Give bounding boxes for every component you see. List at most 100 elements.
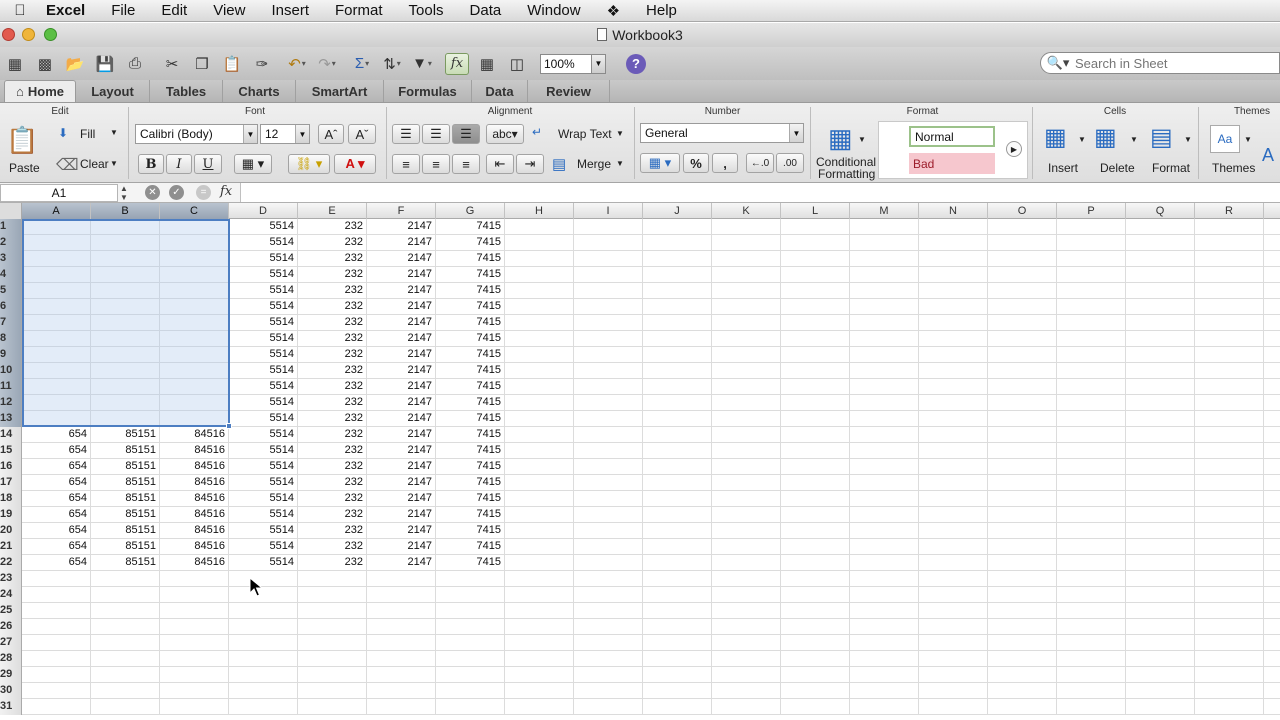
cell-l25[interactable]: [781, 603, 850, 619]
row-header[interactable]: 21: [0, 539, 22, 555]
column-header-k[interactable]: K: [712, 203, 781, 219]
cell-b23[interactable]: [91, 571, 160, 587]
cell-f7[interactable]: 2147: [367, 315, 436, 331]
cell-g24[interactable]: [436, 587, 505, 603]
cell-c29[interactable]: [160, 667, 229, 683]
fill-dropdown-icon[interactable]: ▼: [110, 128, 118, 137]
cell-r10[interactable]: [1195, 363, 1264, 379]
underline-button[interactable]: U: [194, 154, 222, 174]
format-button[interactable]: Format: [1152, 161, 1190, 175]
cell-c24[interactable]: [160, 587, 229, 603]
cell-a23[interactable]: [22, 571, 91, 587]
cell-q22[interactable]: [1126, 555, 1195, 571]
cancel-entry-icon[interactable]: ✕: [145, 185, 160, 200]
spreadsheet-grid[interactable]: ABCDEFGHIJKLMNOPQR 1 5514 232 2147 7415 2 5514…: [0, 203, 1280, 720]
cell-b9[interactable]: [91, 347, 160, 363]
cell-n18[interactable]: [919, 491, 988, 507]
cell-h15[interactable]: [505, 443, 574, 459]
cell-i21[interactable]: [574, 539, 643, 555]
cell-d10[interactable]: 5514: [229, 363, 298, 379]
cell-h8[interactable]: [505, 331, 574, 347]
cell-i10[interactable]: [574, 363, 643, 379]
row-header[interactable]: 18: [0, 491, 22, 507]
cell-p25[interactable]: [1057, 603, 1126, 619]
cell-c27[interactable]: [160, 635, 229, 651]
cell-d30[interactable]: [229, 683, 298, 699]
cell-m1[interactable]: [850, 219, 919, 235]
cell-r6[interactable]: [1195, 299, 1264, 315]
cell-a9[interactable]: [22, 347, 91, 363]
cell-q18[interactable]: [1126, 491, 1195, 507]
cell-n20[interactable]: [919, 523, 988, 539]
cell-i31[interactable]: [574, 699, 643, 715]
tab-layout[interactable]: Layout: [76, 80, 150, 102]
cell-g26[interactable]: [436, 619, 505, 635]
cell-l8[interactable]: [781, 331, 850, 347]
fill-button[interactable]: Fill: [80, 127, 95, 141]
cell-e6[interactable]: 232: [298, 299, 367, 315]
cell-d23[interactable]: [229, 571, 298, 587]
cell-b16[interactable]: 85151: [91, 459, 160, 475]
cell-j25[interactable]: [643, 603, 712, 619]
cell-h27[interactable]: [505, 635, 574, 651]
cell-i29[interactable]: [574, 667, 643, 683]
cell-d1[interactable]: 5514: [229, 219, 298, 235]
tab-tables[interactable]: Tables: [150, 80, 223, 102]
cell-d8[interactable]: 5514: [229, 331, 298, 347]
cell-o25[interactable]: [988, 603, 1057, 619]
menu-file[interactable]: File: [98, 2, 148, 19]
cell-j6[interactable]: [643, 299, 712, 315]
cell-i17[interactable]: [574, 475, 643, 491]
cell-h10[interactable]: [505, 363, 574, 379]
cell-n2[interactable]: [919, 235, 988, 251]
cell-e2[interactable]: 232: [298, 235, 367, 251]
cell-m11[interactable]: [850, 379, 919, 395]
cell-k22[interactable]: [712, 555, 781, 571]
cell-l11[interactable]: [781, 379, 850, 395]
cell-l16[interactable]: [781, 459, 850, 475]
redo-icon[interactable]: ↷: [315, 53, 339, 75]
cell-l30[interactable]: [781, 683, 850, 699]
cell-e4[interactable]: 232: [298, 267, 367, 283]
cell-k20[interactable]: [712, 523, 781, 539]
cell-p18[interactable]: [1057, 491, 1126, 507]
cell-e22[interactable]: 232: [298, 555, 367, 571]
cell-r3[interactable]: [1195, 251, 1264, 267]
cell-b25[interactable]: [91, 603, 160, 619]
cell-o1[interactable]: [988, 219, 1057, 235]
cell-q15[interactable]: [1126, 443, 1195, 459]
column-header-n[interactable]: N: [919, 203, 988, 219]
cell-i1[interactable]: [574, 219, 643, 235]
cell-h3[interactable]: [505, 251, 574, 267]
cell-f13[interactable]: 2147: [367, 411, 436, 427]
column-header-q[interactable]: Q: [1126, 203, 1195, 219]
zoom-dropdown-icon[interactable]: ▼: [592, 53, 606, 74]
cell-f14[interactable]: 2147: [367, 427, 436, 443]
column-header-h[interactable]: H: [505, 203, 574, 219]
script-menu-icon[interactable]: ❖: [594, 2, 633, 20]
cell-m12[interactable]: [850, 395, 919, 411]
cell-a11[interactable]: [22, 379, 91, 395]
cell-a1[interactable]: [22, 219, 91, 235]
cell-e7[interactable]: 232: [298, 315, 367, 331]
row-header[interactable]: 14: [0, 427, 22, 443]
cell-c31[interactable]: [160, 699, 229, 715]
format-painter-icon[interactable]: ✑: [250, 53, 274, 75]
cell-r31[interactable]: [1195, 699, 1264, 715]
cell-b12[interactable]: [91, 395, 160, 411]
cell-d3[interactable]: 5514: [229, 251, 298, 267]
cell-a16[interactable]: 654: [22, 459, 91, 475]
row-header[interactable]: 15: [0, 443, 22, 459]
cell-k31[interactable]: [712, 699, 781, 715]
cell-d20[interactable]: 5514: [229, 523, 298, 539]
cell-e12[interactable]: 232: [298, 395, 367, 411]
cell-p5[interactable]: [1057, 283, 1126, 299]
row-header[interactable]: 27: [0, 635, 22, 651]
cell-k12[interactable]: [712, 395, 781, 411]
cell-g28[interactable]: [436, 651, 505, 667]
cell-e1[interactable]: 232: [298, 219, 367, 235]
open-icon[interactable]: 📂: [63, 53, 87, 75]
cell-d28[interactable]: [229, 651, 298, 667]
row-header[interactable]: 25: [0, 603, 22, 619]
row-header[interactable]: 1: [0, 219, 22, 235]
